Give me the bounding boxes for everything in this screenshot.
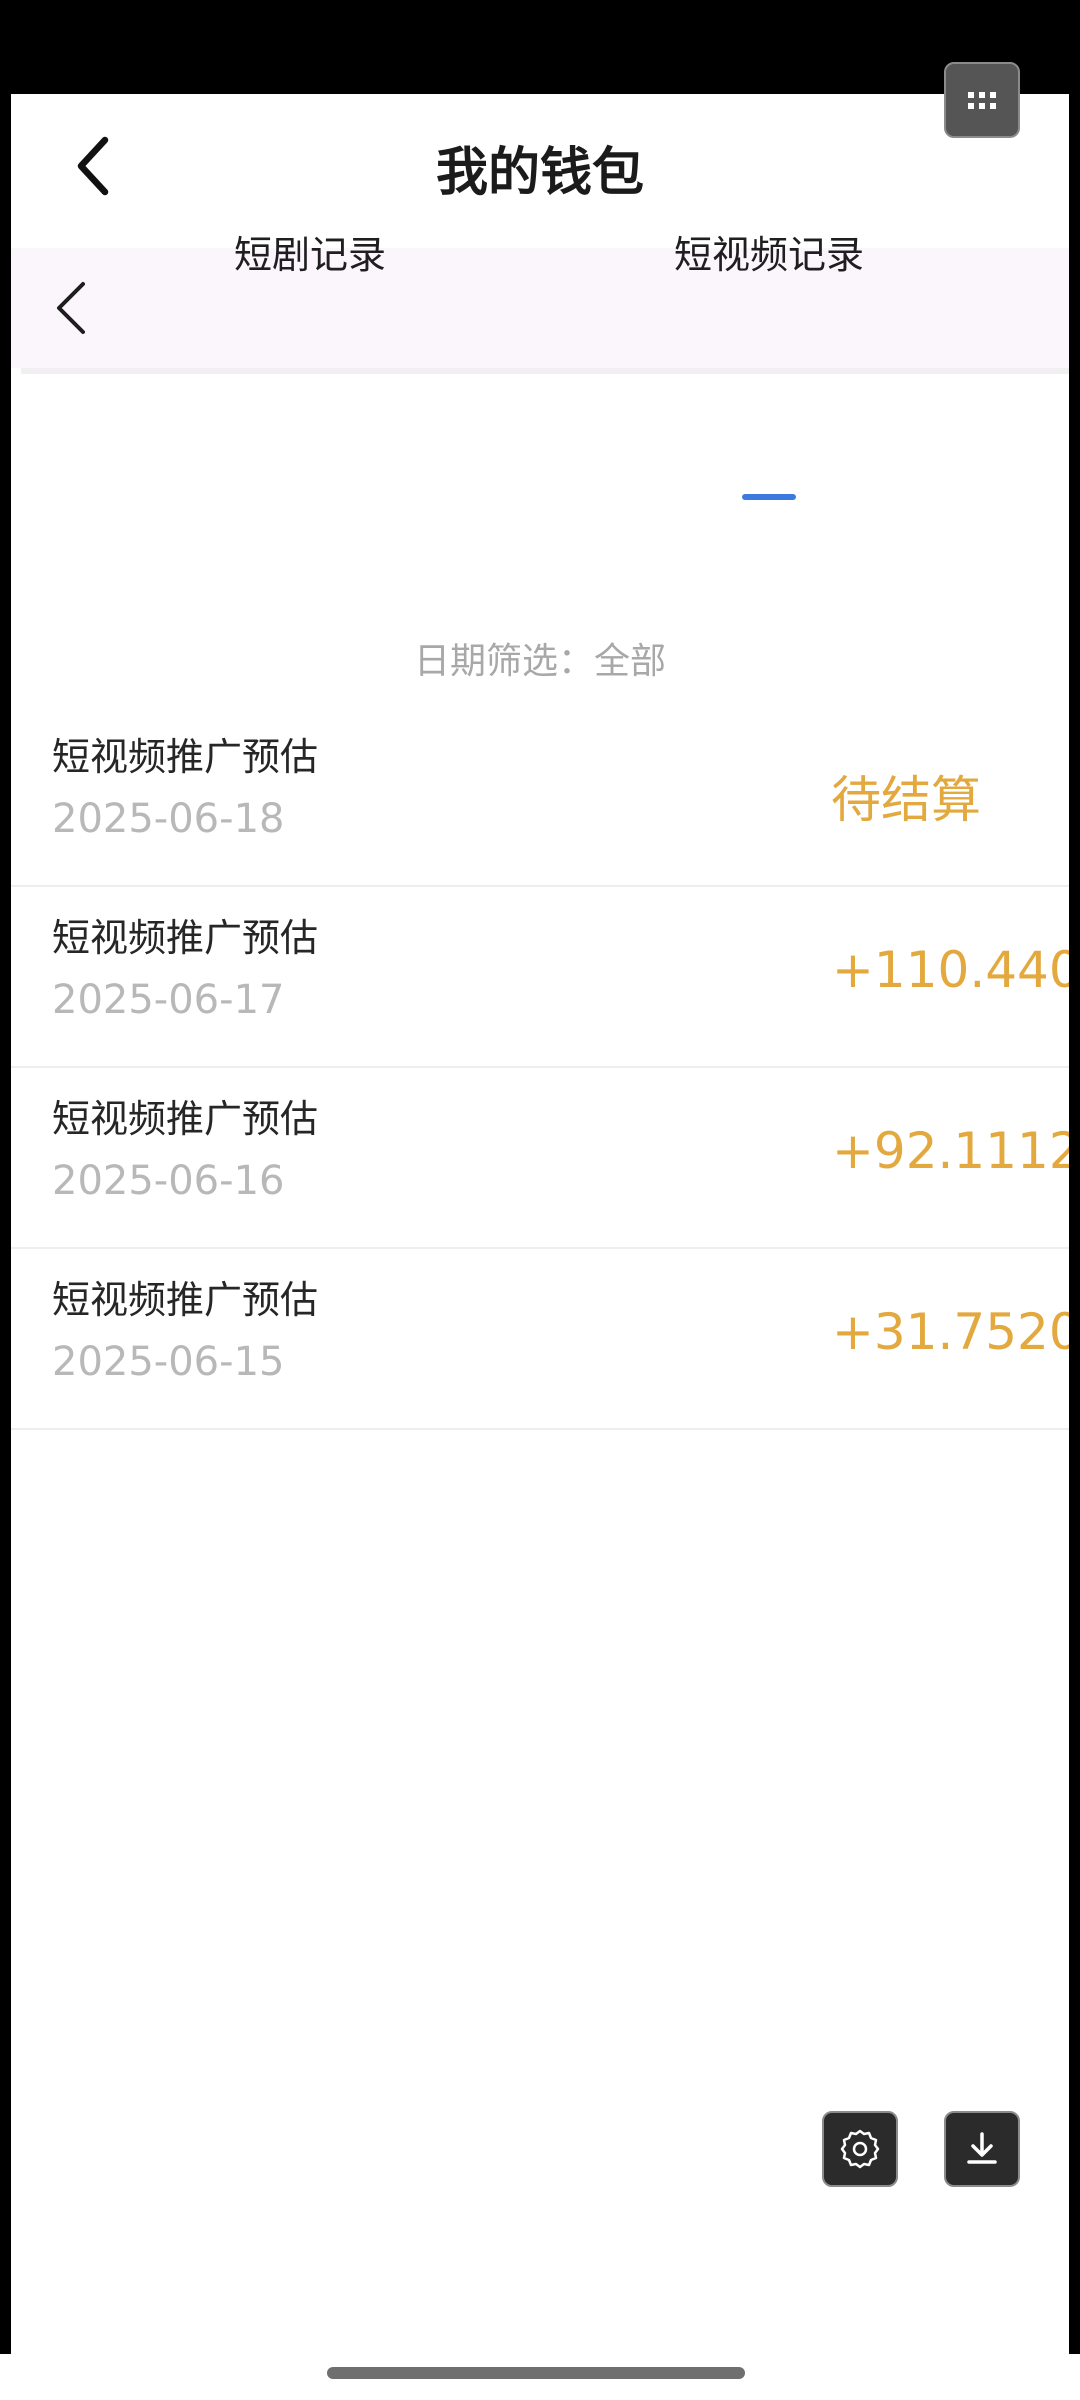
grid-icon: [968, 92, 996, 109]
tab-short-video-records[interactable]: 短视频记录: [674, 224, 864, 279]
gear-icon: [840, 2129, 880, 2169]
status-bar: [0, 0, 1080, 94]
download-icon: [967, 2132, 997, 2164]
tab-short-drama-records[interactable]: 短剧记录: [234, 224, 386, 279]
record-date: 2025-06-18: [52, 796, 285, 842]
wallet-screen: 我的钱包 短剧记录 短视频记录 日期筛选：全部 短视频推广预估 2025-06-…: [11, 94, 1069, 2354]
record-amount: +110.4405: [832, 941, 1069, 999]
secondary-back-button[interactable]: [43, 278, 103, 338]
download-button[interactable]: [944, 2111, 1020, 2187]
record-status: 待结算: [831, 771, 981, 829]
screen-edge: [1069, 94, 1080, 2354]
record-name: 短视频推广预估: [52, 1097, 319, 1141]
record-item[interactable]: 短视频推广预估 2025-06-18 待结算: [11, 706, 1069, 887]
home-indicator[interactable]: [327, 2367, 745, 2379]
settings-button[interactable]: [822, 2111, 898, 2187]
date-filter[interactable]: 日期筛选：全部: [11, 632, 1069, 684]
record-list: 短视频推广预估 2025-06-18 待结算 短视频推广预估 2025-06-1…: [11, 706, 1069, 1430]
record-name: 短视频推广预估: [52, 735, 319, 779]
record-item[interactable]: 短视频推广预估 2025-06-16 +92.1112: [11, 1068, 1069, 1249]
record-name: 短视频推广预估: [52, 916, 319, 960]
record-date: 2025-06-15: [52, 1339, 285, 1385]
chevron-left-icon: [57, 282, 85, 334]
record-item[interactable]: 短视频推广预估 2025-06-17 +110.4405: [11, 887, 1069, 1068]
grid-menu-button[interactable]: [944, 62, 1020, 138]
record-amount: +31.7520: [832, 1303, 1069, 1361]
divider: [21, 368, 1069, 374]
active-tab-indicator: [742, 494, 796, 500]
record-item[interactable]: 短视频推广预估 2025-06-15 +31.7520: [11, 1249, 1069, 1430]
record-name: 短视频推广预估: [52, 1278, 319, 1322]
page-title: 我的钱包: [435, 143, 644, 203]
record-date: 2025-06-16: [52, 1158, 285, 1204]
record-date: 2025-06-17: [52, 977, 285, 1023]
record-amount: +92.1112: [832, 1122, 1069, 1180]
app-header: 我的钱包: [11, 94, 1069, 248]
secondary-nav-bar: [11, 248, 1069, 368]
